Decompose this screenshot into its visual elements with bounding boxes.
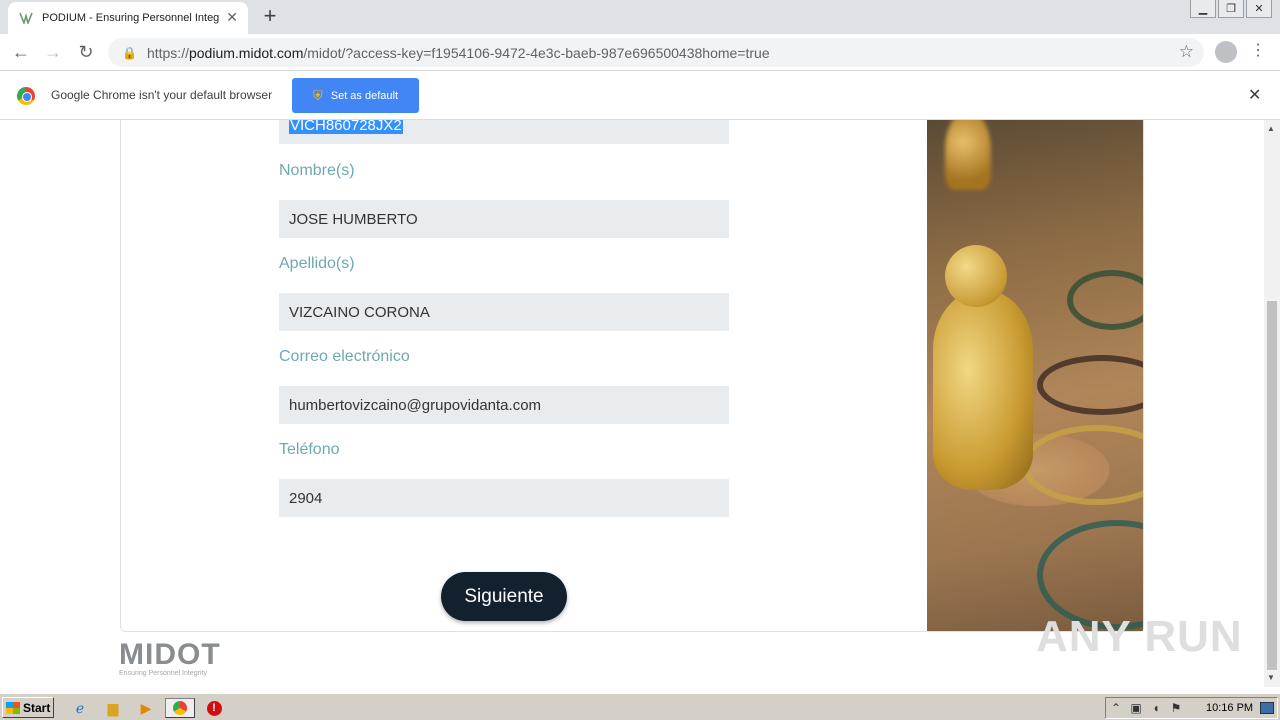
forward-arrow-icon[interactable]: → <box>38 37 68 67</box>
tab-strip: PODIUM - Ensuring Personnel Integr ✕ + ▁… <box>0 0 1280 34</box>
windows-taskbar: Start ℯ ▆ ▶ ! ⌃ ▣ ◖ ⚑ 10:16 PM <box>0 692 1280 720</box>
system-tray: ⌃ ▣ ◖ ⚑ 10:16 PM <box>1105 697 1278 719</box>
media-player-icon[interactable]: ▶ <box>136 698 156 718</box>
tab-title: PODIUM - Ensuring Personnel Integr <box>42 12 220 24</box>
default-browser-infobar: Google Chrome isn't your default browser… <box>0 71 1280 120</box>
reload-icon[interactable]: ↻ <box>71 37 101 67</box>
show-desktop-icon[interactable] <box>1260 702 1274 714</box>
correo-label: Correo electrónico <box>279 348 410 365</box>
address-bar[interactable]: 🔒 https://podium.midot.com/midot/?access… <box>108 38 1204 67</box>
profile-avatar[interactable] <box>1215 41 1237 63</box>
infobar-message: Google Chrome isn't your default browser <box>51 88 273 102</box>
scroll-down-icon[interactable]: ▼ <box>1267 673 1275 682</box>
logo-word: MIDOT <box>119 638 221 671</box>
correo-input[interactable]: humbertovizcaino@grupovidanta.com <box>279 386 729 424</box>
board-game-pawn-image <box>927 120 1143 631</box>
alert-app-icon[interactable]: ! <box>204 698 224 718</box>
scroll-up-icon[interactable]: ▲ <box>1267 124 1275 133</box>
chrome-taskbar-icon[interactable] <box>165 698 195 718</box>
tray-expand-icon[interactable]: ⌃ <box>1106 701 1126 715</box>
volume-icon[interactable]: ◖ <box>1146 701 1166 715</box>
set-as-default-button[interactable]: ⛨ Set as default <box>292 78 419 113</box>
scroll-thumb[interactable] <box>1267 301 1277 670</box>
rfc-input[interactable]: VICH860728JX2 <box>279 120 729 144</box>
minimize-button[interactable]: ▁ <box>1190 0 1216 18</box>
rfc-value: VICH860728JX2 <box>289 120 403 134</box>
tab-close-icon[interactable]: ✕ <box>226 9 238 26</box>
browser-toolbar: ← → ↻ 🔒 https://podium.midot.com/midot/?… <box>0 34 1280 71</box>
lock-icon: 🔒 <box>122 45 137 60</box>
siguiente-button[interactable]: Siguiente <box>441 572 567 621</box>
start-button[interactable]: Start <box>2 697 54 718</box>
logo-tagline: Ensuring Personnel Integrity <box>119 670 207 677</box>
new-tab-button[interactable]: + <box>258 3 282 29</box>
nombre-input[interactable]: JOSE HUMBERTO <box>279 200 729 238</box>
podium-favicon-icon <box>18 10 34 26</box>
infobar-close-icon[interactable]: ✕ <box>1248 85 1261 105</box>
nombre-label: Nombre(s) <box>279 162 355 179</box>
start-label: Start <box>23 700 51 715</box>
telefono-input[interactable]: 2904 <box>279 479 729 517</box>
menu-kebab-icon[interactable]: ⋮ <box>1250 40 1266 60</box>
page-content: VICH860728JX2 Nombre(s) JOSE HUMBERTO Ap… <box>0 120 1264 687</box>
clock[interactable]: 10:16 PM <box>1206 702 1253 714</box>
page-scrollbar[interactable]: ▲ ▼ <box>1264 120 1280 687</box>
anyrun-watermark: ANY RUN <box>1036 612 1243 661</box>
chrome-logo-icon <box>17 87 35 105</box>
network-icon[interactable]: ▣ <box>1126 701 1146 715</box>
browser-tab[interactable]: PODIUM - Ensuring Personnel Integr ✕ <box>8 2 248 34</box>
set-as-default-label: Set as default <box>330 89 399 102</box>
back-arrow-icon[interactable]: ← <box>6 37 36 67</box>
explorer-folder-icon[interactable]: ▆ <box>103 698 123 718</box>
midot-logo: MIDOT Ensuring Personnel Integrity <box>119 638 221 677</box>
close-window-button[interactable]: ✕ <box>1246 0 1272 18</box>
telefono-label: Teléfono <box>279 441 340 458</box>
windows-flag-icon <box>6 701 20 714</box>
window-controls: ▁ ❐ ✕ <box>1190 0 1272 18</box>
bookmark-star-icon[interactable]: ☆ <box>1179 42 1194 62</box>
apellido-label: Apellido(s) <box>279 255 355 272</box>
shield-icon: ⛨ <box>312 87 323 103</box>
apellido-input[interactable]: VIZCAINO CORONA <box>279 293 729 331</box>
action-center-flag-icon[interactable]: ⚑ <box>1166 701 1186 715</box>
ie-icon[interactable]: ℯ <box>70 698 90 718</box>
restore-button[interactable]: ❐ <box>1218 0 1244 18</box>
url-text: https://podium.midot.com/midot/?access-k… <box>146 44 770 61</box>
